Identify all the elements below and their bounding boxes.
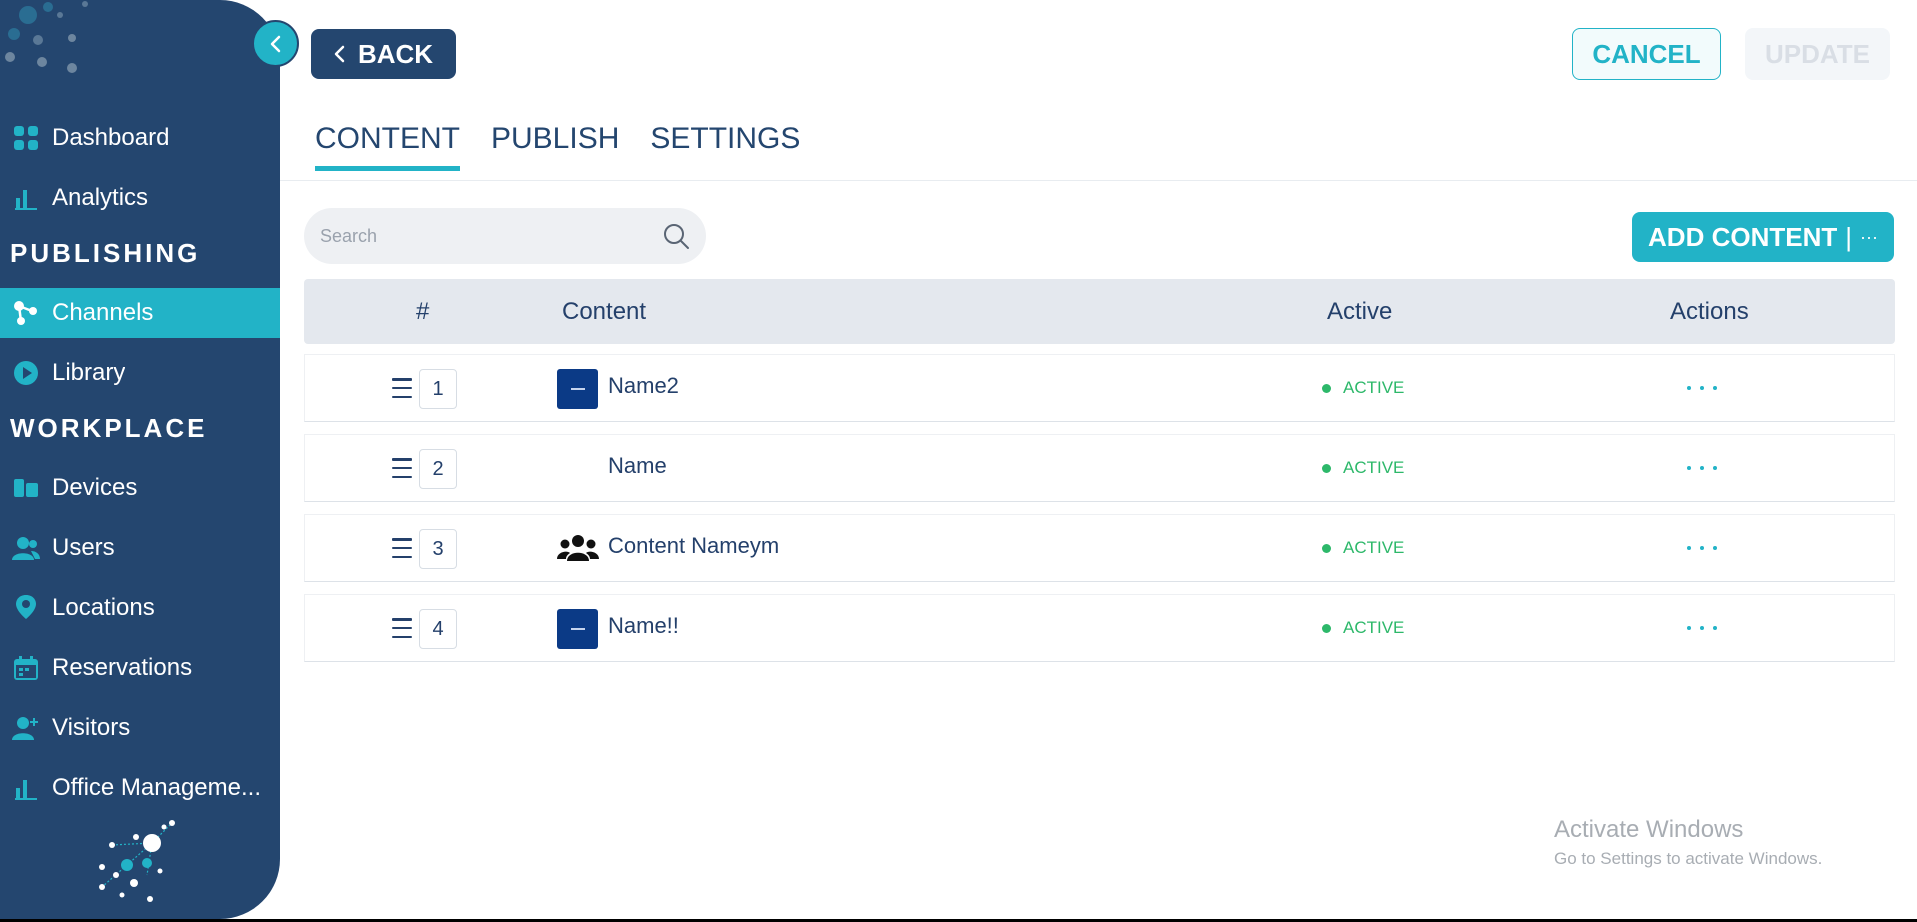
activation-watermark-title: Activate Windows [1554,816,1744,843]
column-header-active: Active [1327,297,1393,325]
sidebar-item-channels[interactable]: Channels [0,288,280,338]
section-title-workplace: WORKPLACE [10,413,208,443]
sidebar-item-label: Channels [52,299,154,326]
content-name: Name!! [608,613,679,638]
order-number[interactable]: 1 [419,369,457,409]
status-badge: ACTIVE [1322,458,1404,478]
logo-dots-decoration [5,1,88,73]
content-name: Content Nameym [608,533,780,558]
devices-icon [12,474,40,502]
activation-watermark-subtitle: Go to Settings to activate Windows. [1554,849,1823,868]
location-pin-icon [12,594,40,622]
drag-handle-icon[interactable] [392,378,412,398]
cancel-button[interactable]: CANCEL [1572,28,1721,80]
search-input[interactable] [320,225,662,247]
update-button[interactable]: UPDATE [1745,28,1890,80]
chevron-left-icon [270,35,280,52]
sidebar-item-label: Locations [52,594,155,621]
content-name: Name [608,453,667,478]
sidebar-item-label: Office Manageme... [52,774,261,801]
drag-handle-icon[interactable] [392,458,412,478]
table-row[interactable]: 4 Name!! ACTIVE [304,594,1895,662]
bar-chart-icon [12,184,40,212]
table-row[interactable]: 2 Name ACTIVE [304,434,1895,502]
sidebar-item-library[interactable]: Library [0,348,280,398]
grid-icon [12,124,40,152]
column-header-actions: Actions [1670,297,1749,325]
add-content-label: ADD CONTENT [1648,221,1838,252]
tab-content[interactable]: CONTENT [315,122,460,171]
row-actions-menu-icon[interactable] [1687,533,1717,563]
sidebar-item-visitors[interactable]: Visitors [0,703,280,753]
search-icon[interactable] [662,222,690,250]
collapse-sidebar-button[interactable] [252,20,299,67]
sidebar-item-dashboard[interactable]: Dashboard [0,113,280,163]
sidebar-item-label: Devices [52,474,138,501]
sidebar-item-analytics[interactable]: Analytics [0,173,280,223]
tab-settings[interactable]: SETTINGS [650,122,800,171]
sidebar-item-label: Library [52,359,126,386]
sidebar-item-locations[interactable]: Locations [0,583,280,633]
order-number[interactable]: 2 [419,449,457,489]
tabs-divider [280,180,1917,181]
tab-bar: CONTENT PUBLISH SETTINGS [315,122,831,171]
column-header-content: Content [562,297,647,325]
status-badge: ACTIVE [1322,378,1404,398]
bar-chart-icon [12,774,40,802]
add-content-separator: | [1845,221,1852,252]
content-thumbnail [557,609,598,649]
sidebar-item-label: Users [52,534,115,561]
status-label: ACTIVE [1343,458,1405,477]
status-badge: ACTIVE [1322,618,1404,638]
section-title-publishing: PUBLISHING [10,238,201,268]
row-actions-menu-icon[interactable] [1687,373,1717,403]
sidebar-item-label: Visitors [52,714,131,741]
group-icon [557,535,599,561]
order-number[interactable]: 4 [419,609,457,649]
column-header-order: # [416,297,430,325]
table-header: # Content Active Actions [304,279,1895,344]
more-options-icon[interactable]: ··· [1860,227,1878,248]
channels-icon [12,299,40,327]
row-actions-menu-icon[interactable] [1687,613,1717,643]
table-row[interactable]: 1 Name2 ACTIVE [304,354,1895,422]
drag-handle-icon[interactable] [392,538,412,558]
sidebar-item-label: Analytics [52,184,149,211]
table-row[interactable]: 3 Content Nameym ACTIVE [304,514,1895,582]
users-icon [12,534,40,562]
add-content-button[interactable]: ADD CONTENT | ··· [1632,212,1894,262]
sidebar-item-reservations[interactable]: Reservations [0,643,280,693]
logo-network-icon [99,820,175,902]
sidebar-item-label: Reservations [52,654,193,681]
back-button-label: BACK [357,38,434,69]
sidebar-item-label: Dashboard [52,124,170,151]
back-button[interactable]: BACK [311,29,456,79]
chevron-left-icon [334,45,345,63]
sidebar-item-office-management[interactable]: Office Manageme... [0,763,280,813]
status-label: ACTIVE [1343,618,1405,637]
tab-publish[interactable]: PUBLISH [491,122,619,171]
content-name: Name2 [608,373,679,398]
status-badge: ACTIVE [1322,538,1404,558]
content-thumbnail [557,369,598,409]
play-icon [12,359,40,387]
sidebar-item-users[interactable]: Users [0,523,280,573]
user-plus-icon [12,714,40,742]
sidebar-item-devices[interactable]: Devices [0,463,280,513]
order-number[interactable]: 3 [419,529,457,569]
calendar-icon [12,654,40,682]
status-label: ACTIVE [1343,378,1405,397]
row-actions-menu-icon[interactable] [1687,453,1717,483]
app-page: Dashboard Analytics PUBLISHING Channels … [0,0,1917,919]
sidebar: Dashboard Analytics PUBLISHING Channels … [0,0,280,919]
search-box [304,208,706,264]
drag-handle-icon[interactable] [392,618,412,638]
status-label: ACTIVE [1343,538,1405,557]
